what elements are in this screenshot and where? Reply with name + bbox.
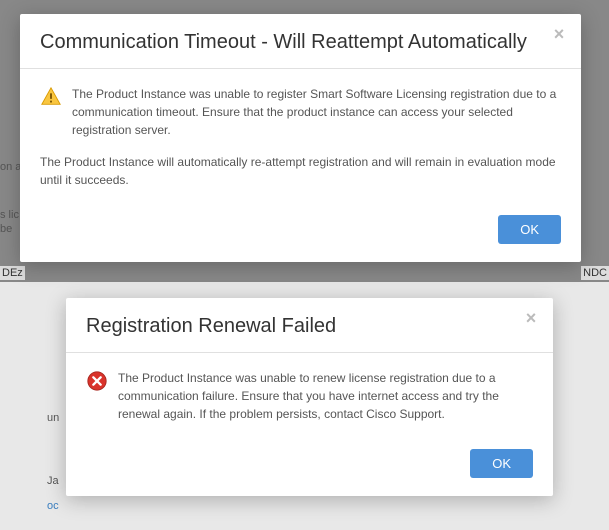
close-button[interactable]: × bbox=[549, 24, 569, 44]
warning-icon bbox=[40, 86, 62, 108]
message-row: The Product Instance was unable to regis… bbox=[40, 85, 561, 139]
communication-timeout-dialog: Communication Timeout - Will Reattempt A… bbox=[20, 14, 581, 262]
bg-fragment: DEz bbox=[0, 266, 25, 280]
dialog-message: The Product Instance was unable to renew… bbox=[118, 369, 533, 423]
close-button[interactable]: × bbox=[521, 308, 541, 328]
dialog-title: Registration Renewal Failed bbox=[86, 314, 533, 338]
close-icon: × bbox=[526, 309, 537, 327]
bg-fragment: un bbox=[47, 412, 59, 424]
dialog-footer: OK bbox=[66, 439, 553, 496]
bg-fragment: on a bbox=[0, 161, 21, 173]
ok-button[interactable]: OK bbox=[470, 449, 533, 478]
dialog-footer: OK bbox=[20, 205, 581, 262]
message-row: The Product Instance was unable to renew… bbox=[86, 369, 533, 423]
dialog-body: The Product Instance was unable to regis… bbox=[20, 69, 581, 205]
bg-fragment: be bbox=[0, 223, 12, 235]
ok-button[interactable]: OK bbox=[498, 215, 561, 244]
bg-fragment: oc bbox=[47, 500, 59, 512]
error-icon bbox=[86, 370, 108, 392]
close-icon: × bbox=[554, 25, 565, 43]
bg-fragment: NDC bbox=[581, 266, 609, 280]
bg-fragment: Ja bbox=[47, 475, 59, 487]
dialog-header: Registration Renewal Failed × bbox=[66, 298, 553, 353]
dialog-message: The Product Instance was unable to regis… bbox=[72, 85, 561, 139]
dialog-message: The Product Instance will automatically … bbox=[40, 153, 561, 189]
bg-fragment: s lic bbox=[0, 209, 19, 221]
dialog-body: The Product Instance was unable to renew… bbox=[66, 353, 553, 439]
message-row: The Product Instance will automatically … bbox=[40, 153, 561, 189]
dialog-header: Communication Timeout - Will Reattempt A… bbox=[20, 14, 581, 69]
registration-renewal-failed-dialog: Registration Renewal Failed × The Produc… bbox=[66, 298, 553, 496]
dialog-title: Communication Timeout - Will Reattempt A… bbox=[40, 30, 561, 54]
